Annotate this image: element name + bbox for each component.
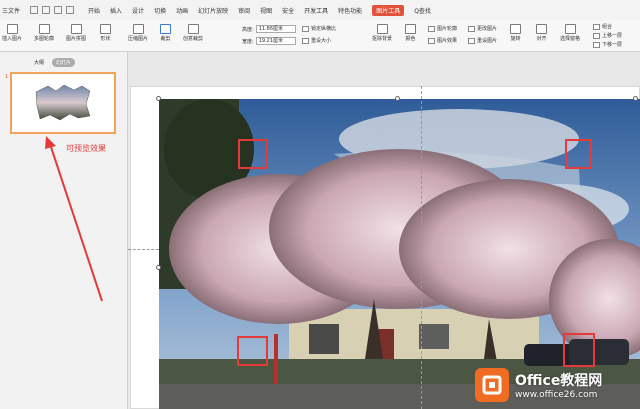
compress-icon <box>132 24 144 34</box>
reset-size-button[interactable]: 重设大小 <box>302 37 331 44</box>
picture-outline-button[interactable]: 图片轮廓 <box>428 25 457 32</box>
remove-background-button[interactable]: 抠除背景 <box>372 24 392 42</box>
redo-icon[interactable] <box>66 6 75 14</box>
picture-effect-icon <box>428 37 435 44</box>
tab-design[interactable]: 设计 <box>132 6 144 15</box>
resize-handle-top-left[interactable] <box>156 96 161 101</box>
align-button[interactable]: 对齐 <box>536 24 547 42</box>
undo-icon[interactable] <box>54 6 63 14</box>
checkbox-icon <box>302 25 309 32</box>
insert-picture-button[interactable]: 插入图片 <box>2 24 22 42</box>
tab-features[interactable]: 特色功能 <box>338 6 362 15</box>
vertical-guide <box>421 86 422 409</box>
slide-number: 1 <box>5 74 9 80</box>
outline-icon <box>38 24 50 34</box>
creative-crop-icon <box>187 24 199 34</box>
reset-picture-icon <box>468 37 475 44</box>
crop-icon <box>160 24 171 34</box>
tab-picture-tools[interactable]: 图片工具 <box>372 4 405 16</box>
resize-handle-top-center[interactable] <box>395 96 400 101</box>
tab-view[interactable]: 视图 <box>260 6 272 15</box>
align-icon <box>536 24 547 34</box>
save-icon[interactable] <box>30 6 39 14</box>
panel-tabs: 大纲 幻灯片 <box>30 58 79 67</box>
shape-button[interactable]: 形状 <box>100 24 111 42</box>
picture-outline-icon <box>428 25 435 32</box>
send-backward-icon <box>593 41 600 48</box>
horizontal-guide <box>128 249 159 250</box>
lock-ratio-checkbox[interactable]: 锁定纵横比 <box>302 25 336 32</box>
creative-crop-button[interactable]: 创意裁剪 <box>183 24 203 42</box>
thumbnail-preview-image <box>35 84 91 121</box>
height-control: 高度: 11.86厘米 <box>242 25 296 33</box>
office-watermark-logo: Office教程网 www.office26.com <box>475 360 640 409</box>
change-picture-button[interactable]: 更改图片 <box>468 25 497 32</box>
slide-panel: 大纲 幻灯片 1 可预览效果 <box>0 52 128 409</box>
rotate-icon <box>510 24 521 34</box>
tab-developer[interactable]: 开发工具 <box>304 6 328 15</box>
picture-icon <box>6 24 18 34</box>
watermark-title: Office教程网 <box>515 372 603 389</box>
resize-handle-middle-left[interactable] <box>156 265 161 270</box>
reset-size-icon <box>302 37 309 44</box>
ribbon: 插入图片 多图轮廓 图片拼图 形状 压缩图片 裁剪 创意裁剪 高度: 11.86… <box>0 20 640 52</box>
remove-bg-icon <box>376 24 388 34</box>
tab-security[interactable]: 安全 <box>282 6 294 15</box>
change-picture-icon <box>468 25 475 32</box>
crop-corner-highlight-top-left <box>238 139 268 169</box>
crop-corner-highlight-top-right <box>565 139 592 169</box>
send-backward-button[interactable]: 下移一层 <box>593 41 622 48</box>
tab-outline[interactable]: 大纲 <box>30 58 48 67</box>
shape-icon <box>100 24 111 34</box>
tab-slideshow[interactable]: 幻灯片放映 <box>198 6 228 15</box>
picture-effect-button[interactable]: 图片效果 <box>428 37 457 44</box>
crop-corner-highlight-bottom-left <box>237 336 268 366</box>
tab-insert[interactable]: 插入 <box>110 6 122 15</box>
group-button[interactable]: 组合 <box>593 23 612 30</box>
selection-pane-icon <box>564 24 576 34</box>
preview-annotation: 可预览效果 <box>66 144 106 153</box>
collage-icon <box>70 24 82 34</box>
search-button[interactable]: Q查找 <box>414 6 431 15</box>
selection-pane-button[interactable]: 选择窗格 <box>560 24 580 42</box>
crop-button[interactable]: 裁剪 <box>160 24 171 42</box>
file-menu[interactable]: 三文件 <box>2 6 20 15</box>
print-icon[interactable] <box>42 6 51 14</box>
rotate-button[interactable]: 旋转 <box>510 24 521 42</box>
annotation-arrow <box>45 136 103 302</box>
width-control: 宽度: 19.21厘米 <box>242 37 296 45</box>
tab-review[interactable]: 审阅 <box>238 6 250 15</box>
bring-forward-button[interactable]: 上移一层 <box>593 32 622 39</box>
height-input[interactable]: 11.86厘米 <box>255 25 296 33</box>
office-logo-icon <box>475 367 509 402</box>
group-icon <box>593 23 600 30</box>
menubar: 三文件 开始 插入 设计 切换 动画 幻灯片放映 审阅 视图 安全 开发工具 特… <box>0 0 640 20</box>
tab-animation[interactable]: 动画 <box>176 6 188 15</box>
slide-thumbnail[interactable] <box>10 72 116 134</box>
tab-home[interactable]: 开始 <box>88 6 100 15</box>
width-input[interactable]: 19.21厘米 <box>255 37 296 45</box>
color-button[interactable]: 颜色 <box>405 24 416 42</box>
bring-forward-icon <box>593 32 600 39</box>
reset-picture-button[interactable]: 重设图片 <box>468 37 497 44</box>
multi-outline-button[interactable]: 多图轮廓 <box>34 24 54 42</box>
color-icon <box>405 24 416 34</box>
resize-handle-top-right[interactable] <box>633 96 638 101</box>
tab-transition[interactable]: 切换 <box>154 6 166 15</box>
compress-button[interactable]: 压缩图片 <box>128 24 148 42</box>
picture-collage-button[interactable]: 图片拼图 <box>66 24 86 42</box>
tab-slides[interactable]: 幻灯片 <box>52 58 76 67</box>
watermark-url: www.office26.com <box>515 389 598 400</box>
